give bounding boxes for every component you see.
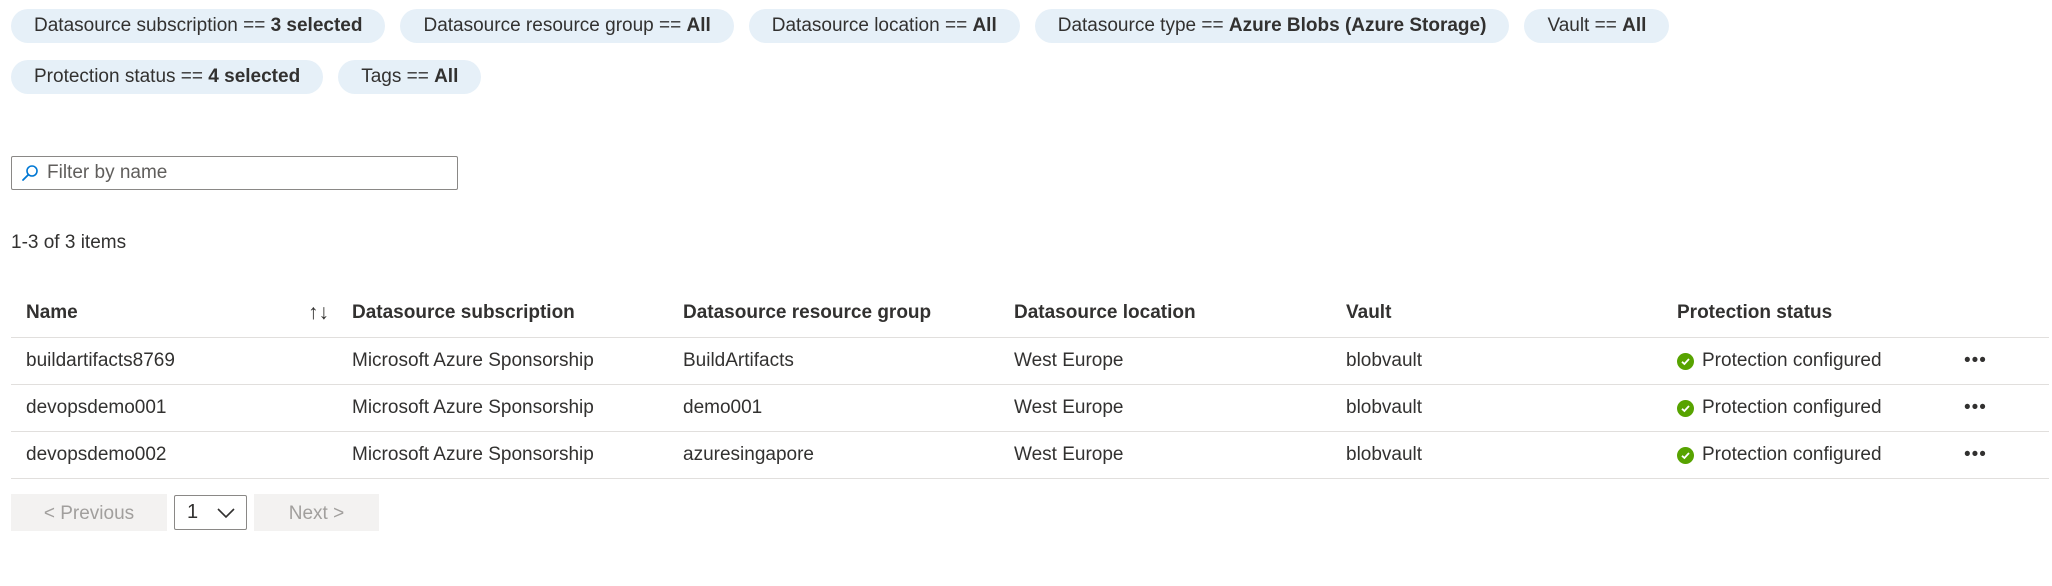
cell-resource-group: BuildArtifacts xyxy=(668,337,999,385)
cell-location: West Europe xyxy=(999,431,1331,479)
cell-resource-group: azuresingapore xyxy=(668,431,999,479)
search-icon xyxy=(22,165,38,181)
column-header-vault[interactable]: Vault xyxy=(1331,289,1662,338)
filter-pill-vault[interactable]: Vault == All xyxy=(1524,9,1670,43)
table-row[interactable]: devopsdemo001 Microsoft Azure Sponsorshi… xyxy=(11,384,2049,432)
cell-vault: blobvault xyxy=(1331,384,1662,432)
cell-location: West Europe xyxy=(999,384,1331,432)
column-header-actions xyxy=(1949,289,2049,338)
next-button[interactable]: Next > xyxy=(254,494,379,531)
table-row[interactable]: devopsdemo002 Microsoft Azure Sponsorshi… xyxy=(11,431,2049,479)
filter-row-1: Datasource subscription == 3 selected Da… xyxy=(11,9,1911,43)
cell-vault: blobvault xyxy=(1331,431,1662,479)
column-header-name[interactable]: Name ↑↓ xyxy=(11,289,337,338)
filter-pill-resource-group[interactable]: Datasource resource group == All xyxy=(400,9,734,43)
more-icon[interactable]: ••• xyxy=(1949,431,2049,479)
column-header-subscription[interactable]: Datasource subscription xyxy=(337,289,668,338)
filter-pill-tags[interactable]: Tags == All xyxy=(338,60,482,94)
table-row[interactable]: buildartifacts8769 Microsoft Azure Spons… xyxy=(11,337,2049,385)
checkmark-circle-icon xyxy=(1677,352,1694,370)
chevron-down-icon xyxy=(217,507,235,518)
cell-location: West Europe xyxy=(999,337,1331,385)
filter-by-name-box xyxy=(11,156,458,190)
datasource-table: Name ↑↓ Datasource subscription Datasour… xyxy=(11,289,2049,479)
checkmark-circle-icon xyxy=(1677,446,1694,464)
table-header-row: Name ↑↓ Datasource subscription Datasour… xyxy=(11,289,2049,338)
page-select[interactable]: 1 xyxy=(174,495,247,530)
filter-pills: Datasource subscription == 3 selected Da… xyxy=(11,9,1911,111)
filter-pill-protection-status[interactable]: Protection status == 4 selected xyxy=(11,60,324,94)
filter-pill-location[interactable]: Datasource location == All xyxy=(748,9,1020,43)
cell-protection-status: Protection configured xyxy=(1662,431,1949,479)
cell-protection-status: Protection configured xyxy=(1662,337,1949,385)
filter-pill-datasource-type[interactable]: Datasource type == Azure Blobs (Azure St… xyxy=(1034,9,1510,43)
cell-name: buildartifacts8769 xyxy=(11,337,337,385)
cell-protection-status: Protection configured xyxy=(1662,384,1949,432)
cell-name: devopsdemo001 xyxy=(11,384,337,432)
checkmark-circle-icon xyxy=(1677,399,1694,417)
item-count: 1-3 of 3 items xyxy=(11,232,127,253)
filter-row-2: Protection status == 4 selected Tags == … xyxy=(11,60,1911,94)
column-header-protection-status[interactable]: Protection status xyxy=(1662,289,1949,338)
cell-resource-group: demo001 xyxy=(668,384,999,432)
filter-by-name-input[interactable] xyxy=(47,162,447,184)
cell-subscription: Microsoft Azure Sponsorship xyxy=(337,384,668,432)
cell-subscription: Microsoft Azure Sponsorship xyxy=(337,337,668,385)
sort-icon[interactable]: ↑↓ xyxy=(308,301,329,325)
cell-name: devopsdemo002 xyxy=(11,431,337,479)
cell-vault: blobvault xyxy=(1331,337,1662,385)
column-header-location[interactable]: Datasource location xyxy=(999,289,1331,338)
more-icon[interactable]: ••• xyxy=(1949,337,2049,385)
more-icon[interactable]: ••• xyxy=(1949,384,2049,432)
filter-pill-subscription[interactable]: Datasource subscription == 3 selected xyxy=(11,9,386,43)
previous-button[interactable]: < Previous xyxy=(11,494,167,531)
cell-subscription: Microsoft Azure Sponsorship xyxy=(337,431,668,479)
column-header-resource-group[interactable]: Datasource resource group xyxy=(668,289,999,338)
pagination: < Previous 1 Next > xyxy=(11,494,379,531)
